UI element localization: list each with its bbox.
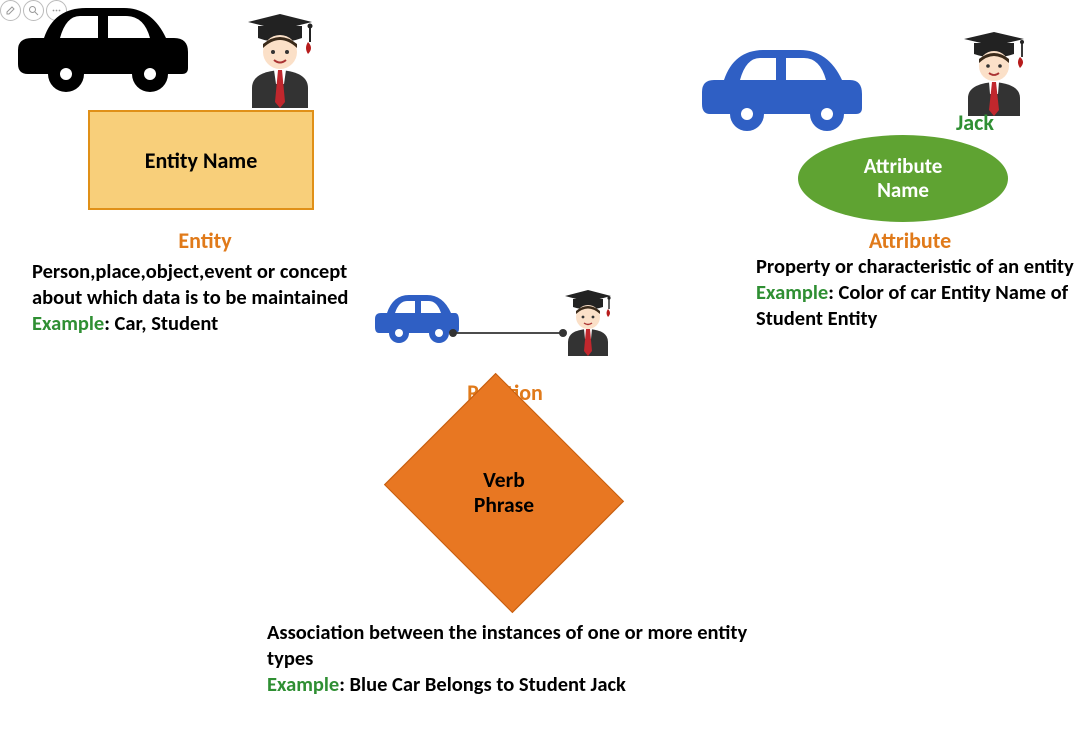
student-icon-mid — [559, 290, 617, 361]
car-black-icon — [14, 0, 192, 107]
attribute-example-label: Example — [756, 279, 828, 305]
student-icon-left — [238, 14, 322, 113]
relation-shape-label: Verb Phrase — [474, 468, 534, 517]
entity-description: Person,place,object,event or concept abo… — [32, 258, 352, 337]
entity-example-text: : Car, Student — [104, 310, 218, 336]
entity-heading: Entity — [165, 227, 245, 254]
attribute-person-name: Jack — [956, 109, 994, 136]
relation-description: Association between the instances of one… — [267, 619, 787, 698]
relation-example-label: Example — [267, 671, 339, 697]
car-blue-mid-icon — [373, 291, 459, 352]
entity-description-text: Person,place,object,event or concept abo… — [32, 258, 348, 310]
attribute-shape-label: Attribute Name — [864, 155, 943, 201]
attribute-description-text: Property or characteristic of an entity — [756, 253, 1074, 279]
entity-shape-label: Entity Name — [145, 147, 258, 174]
attribute-heading: Attribute — [855, 227, 965, 254]
entity-shape-rectangle: Entity Name — [88, 110, 314, 210]
relation-shape-diamond: Verb Phrase — [380, 408, 628, 578]
attribute-shape-ellipse: Attribute Name — [798, 135, 1008, 222]
entity-example-label: Example — [32, 310, 104, 336]
attribute-description: Property or characteristic of an entity … — [756, 253, 1076, 332]
relation-example-text: : Blue Car Belongs to Student Jack — [339, 671, 626, 697]
relation-connector-line — [448, 324, 568, 343]
car-blue-top-icon — [698, 42, 864, 141]
student-icon-right — [956, 32, 1032, 121]
relation-description-text: Association between the instances of one… — [267, 619, 747, 671]
